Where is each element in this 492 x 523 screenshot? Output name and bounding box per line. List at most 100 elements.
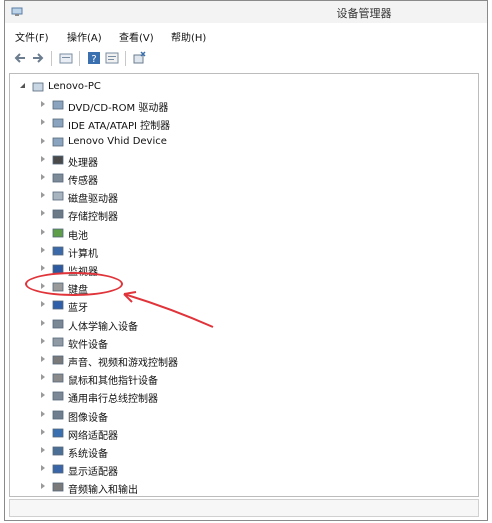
tree-item[interactable]: 人体学输入设备 [10,315,478,333]
tree-item[interactable]: 通用串行总线控制器 [10,387,478,405]
collapse-arrow-icon[interactable] [41,210,45,217]
computer-icon [32,82,44,92]
tree-root[interactable]: Lenovo-PC [10,78,478,96]
collapse-arrow-icon[interactable] [41,319,45,326]
tree-item-label: 网络适配器 [68,430,118,442]
tree-item-label: 处理器 [68,157,98,169]
tree-item-label: 通用串行总线控制器 [68,394,158,406]
collapse-arrow-icon[interactable] [41,192,45,199]
tree-item-label: DVD/CD-ROM 驱动器 [68,103,169,115]
audio-io-icon [52,482,64,492]
tree-item[interactable]: 图像设备 [10,406,478,424]
title-bar[interactable]: 设备管理器 [5,1,487,23]
tree-item-label: 人体学输入设备 [68,321,138,333]
collapse-arrow-icon[interactable] [41,174,45,180]
forward-arrow-icon[interactable] [31,51,45,65]
status-bar [9,499,479,517]
storage-controller-icon [52,209,64,219]
tree-item-label: 鼠标和其他指针设备 [68,376,158,388]
hid-device-icon [52,137,64,146]
ide-controller-icon [52,118,64,128]
system-device-icon [52,446,64,456]
tree-item-label: Lenovo Vhid Device [68,135,167,147]
menu-action[interactable]: 操作(A) [67,29,102,44]
properties-icon[interactable] [59,51,73,65]
sensor-icon [52,173,64,183]
tree-item[interactable]: 音频输入和输出 [10,478,478,496]
toolbar-separator [51,51,52,66]
tree-item[interactable]: IDE ATA/ATAPI 控制器 [10,114,478,132]
bluetooth-icon [52,300,64,310]
collapse-arrow-icon[interactable] [41,483,45,490]
tree-item-label: 系统设备 [68,449,108,460]
tree-item[interactable]: 蓝牙 [10,296,478,314]
collapse-arrow-icon[interactable] [41,337,45,344]
tree-item[interactable]: 存储控制器 [10,205,478,223]
tree-item-label: 传感器 [68,176,98,187]
tree-item-label: 软件设备 [68,339,108,351]
tree-item[interactable]: 计算机 [10,242,478,260]
tree-item[interactable]: 处理器 [10,151,478,169]
collapse-arrow-icon[interactable] [41,447,45,453]
menu-view[interactable]: 查看(V) [119,29,154,44]
tree-item-label: 电池 [68,230,88,242]
computer-small-icon [52,246,64,256]
collapse-arrow-icon[interactable] [41,228,45,235]
display-adapter-icon [52,464,64,474]
collapse-arrow-icon[interactable] [41,265,45,271]
collapse-arrow-icon[interactable] [41,374,45,381]
tree-item[interactable]: 传感器 [10,169,478,187]
show-hidden-icon[interactable] [105,51,119,65]
collapse-arrow-icon[interactable] [41,155,45,162]
tree-root-label: Lenovo-PC [48,81,101,92]
collapse-arrow-icon[interactable] [41,356,45,362]
tree-item-label: 磁盘驱动器 [68,194,118,206]
tree-item-label: 图像设备 [68,412,108,424]
collapse-arrow-icon[interactable] [41,246,45,253]
imaging-device-icon [52,410,64,419]
tree-item[interactable]: 网络适配器 [10,424,478,442]
tree-item[interactable]: DVD/CD-ROM 驱动器 [10,96,478,114]
tree-item[interactable]: 声音、视频和游戏控制器 [10,351,478,369]
tree-item-label: 音频输入和输出 [68,485,138,497]
mouse-icon [52,373,64,383]
help-icon[interactable]: ? [87,51,101,65]
toolbar: ? [5,47,487,69]
tree-item[interactable]: 显示适配器 [10,460,478,478]
collapse-arrow-icon[interactable] [41,428,45,435]
menu-bar: 文件(F) 操作(A) 查看(V) 帮助(H) [5,25,487,45]
tree-item[interactable]: 软件设备 [10,333,478,351]
collapse-arrow-icon[interactable] [41,301,45,308]
sound-icon [52,355,64,365]
window-title: 设备管理器 [336,7,392,20]
collapse-arrow-icon[interactable] [41,101,45,108]
tree-item-label: 蓝牙 [68,303,88,315]
expand-arrow-icon[interactable] [20,83,25,88]
processor-icon [52,155,64,165]
collapse-arrow-icon[interactable] [41,119,45,126]
disk-drive-icon [52,191,64,201]
collapse-arrow-icon[interactable] [41,410,45,417]
software-device-icon [52,337,64,347]
tree-item-label: IDE ATA/ATAPI 控制器 [68,121,171,133]
tree-item-label: 计算机 [68,248,98,260]
tree-item[interactable]: 鼠标和其他指针设备 [10,369,478,387]
tree-item[interactable]: 磁盘驱动器 [10,187,478,205]
tree-item[interactable]: Lenovo Vhid Device [10,133,478,151]
tree-item[interactable]: 电池 [10,224,478,242]
menu-file[interactable]: 文件(F) [15,29,49,44]
toolbar-separator [125,51,126,66]
battery-icon [52,228,64,237]
tree-item-label: 存储控制器 [68,212,118,224]
collapse-arrow-icon[interactable] [41,465,45,472]
toolbar-separator [79,51,80,66]
tree-item[interactable]: 系统设备 [10,442,478,460]
annotation-ellipse [25,272,123,296]
hid-input-icon [52,319,64,328]
dvd-drive-icon [52,100,64,110]
collapse-arrow-icon[interactable] [41,392,45,399]
collapse-arrow-icon[interactable] [41,137,45,144]
menu-help[interactable]: 帮助(H) [171,29,206,44]
scan-hardware-icon[interactable] [133,51,147,65]
back-arrow-icon[interactable] [13,51,27,65]
